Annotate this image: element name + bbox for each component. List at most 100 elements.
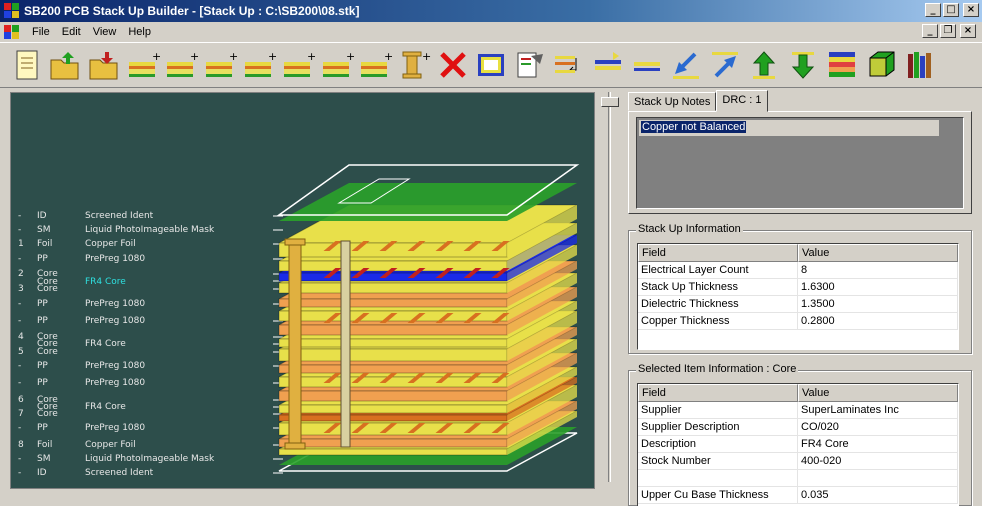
stack-layer-0-front [278,448,508,456]
grid-row[interactable]: Electrical Layer Count 8 [638,262,958,279]
cell-field: Stock Number [638,453,798,469]
selected-info-grid[interactable]: Field Value Supplier SuperLaminates Inc Su… [637,383,959,506]
toolbar-3d-view-button[interactable] [864,48,898,82]
toolbar-report-button[interactable] [513,48,547,82]
maximize-button[interactable]: □ [943,3,959,17]
add-layer-icon: + [206,50,238,77]
mdi-restore-button[interactable]: ❐ [940,24,956,38]
stackup-info-group: Stack Up Information Field Value Electri… [628,223,972,354]
stack-layer-9-front [278,338,508,348]
toolbar-add-layer-button[interactable]: + [203,48,238,82]
toolbar-move-down-button[interactable] [786,48,820,82]
grid-row[interactable]: Dielectric Thickness 1.3500 [638,296,958,313]
toolbar-add-layer-button[interactable]: + [320,48,355,82]
stack-layer-7-front [278,364,508,374]
grid-row[interactable]: Supplier SuperLaminates Inc [638,402,958,419]
toolbar-add-layer-button[interactable]: + [126,48,161,82]
menu-edit[interactable]: Edit [56,26,87,38]
add-layer-icon: + [361,50,393,77]
mdi-minimize-button[interactable]: _ [922,24,938,38]
cell-field: Copper Thickness [638,313,798,329]
toolbar-library-button[interactable] [903,48,937,82]
col-value[interactable]: Value [798,244,958,262]
toolbar-remove-layers-button[interactable] [630,48,664,82]
add-layer-icon: + [129,50,161,77]
cell-value: 1.3500 [798,296,958,312]
notes-tabs: Stack Up Notes DRC : 1 [628,90,768,112]
toolbar-add-layer-button[interactable]: + [358,48,393,82]
tab-stackup-notes[interactable]: Stack Up Notes [628,92,717,111]
menu-view[interactable]: View [87,26,123,38]
stackup-3d-view[interactable] [11,93,595,489]
layer-slider[interactable] [597,92,621,489]
cell-value: CO/020 [798,419,958,435]
tab-drc[interactable]: DRC : 1 [716,90,768,112]
drc-list[interactable]: Copper not Balanced [636,117,964,209]
drc-item[interactable]: Copper not Balanced [639,120,939,136]
mdi-close-button[interactable]: × [960,24,976,38]
toolbar-add-layer-button[interactable]: + [164,48,199,82]
cell-field: Supplier Description [638,419,798,435]
stackup-canvas[interactable]: - ID Screened Ident - SM Liquid PhotoImageabl… [10,92,595,489]
via-barrel-right [340,240,351,448]
toolbar-open-stackup-button[interactable] [48,48,82,82]
toolbar-move-down-left-button[interactable] [669,48,703,82]
svg-text:+: + [229,50,237,63]
toolbar-properties-button[interactable] [474,48,508,82]
cell-value: 1.6300 [798,279,958,295]
cell-field [638,470,798,486]
toolbar-add-layer-button[interactable]: + [281,48,316,82]
properties-icon [478,54,504,76]
close-button[interactable]: × [963,3,979,17]
toolbar-move-up-right-button[interactable] [708,48,742,82]
stackup-info-grid[interactable]: Field Value Electrical Layer Count 8 Stack… [637,243,959,350]
cell-field: Stack Up Thickness [638,279,798,295]
cell-field: Upper Cu Base Thickness [638,487,798,503]
stack-layer-8-front [278,348,508,362]
library-icon [908,52,931,78]
cell-value: 8 [798,262,958,278]
stack-layer-10-front [278,324,508,336]
grid-row[interactable]: Copper Thickness 0.2800 [638,313,958,330]
layer-colors-icon [829,52,855,77]
stack-layer-12-front [278,298,508,308]
add-layer-icon: + [167,50,199,77]
svg-text:+: + [422,50,431,63]
drc-message: Copper not Balanced [641,121,747,133]
grid-row[interactable]: Stack Up Thickness 1.6300 [638,279,958,296]
toolbar-open-recent-button[interactable] [87,48,121,82]
slider-track[interactable] [608,92,611,482]
menu-file[interactable]: File [26,26,56,38]
menu-help[interactable]: Help [122,26,157,38]
cell-value: 0.035 [798,487,958,503]
grid-row[interactable]: Description FR4 Core [638,436,958,453]
add-layer-icon: + [284,50,316,77]
col-value[interactable]: Value [798,384,958,402]
toolbar-new-stackup-button[interactable] [10,48,44,82]
move-down-icon [791,52,815,79]
toolbar-layer-colors-button[interactable] [825,48,859,82]
add-layer-icon: + [245,50,277,77]
toolbar-insert-layers-button[interactable] [591,48,625,82]
document-icon[interactable] [4,24,20,39]
toolbar-delete-button[interactable] [436,48,470,82]
toolbar-swap-layers-button[interactable] [552,48,586,82]
stack-layer-5-front [278,390,508,402]
svg-text:+: + [152,50,160,63]
minimize-button[interactable]: _ [925,3,941,17]
grid-row[interactable]: Supplier Description CO/020 [638,419,958,436]
svg-text:+: + [346,50,354,63]
toolbar-move-up-button[interactable] [747,48,781,82]
col-field[interactable]: Field [638,244,798,262]
col-field[interactable]: Field [638,384,798,402]
cell-field: Description [638,436,798,452]
grid-row[interactable]: Upper Cu Base Thickness 0.035 [638,487,958,504]
toolbar-add-layer-button[interactable]: + [242,48,277,82]
grid-row[interactable] [638,470,958,487]
selected-info-group: Selected Item Information : Core Field V… [628,363,972,506]
grid-row[interactable]: Stock Number 400-020 [638,453,958,470]
slider-thumb[interactable] [601,97,619,107]
cell-value: 400-020 [798,453,958,469]
toolbar-add-via-button[interactable]: + [397,48,431,82]
toolbar: + + + + + + + + [0,42,982,88]
